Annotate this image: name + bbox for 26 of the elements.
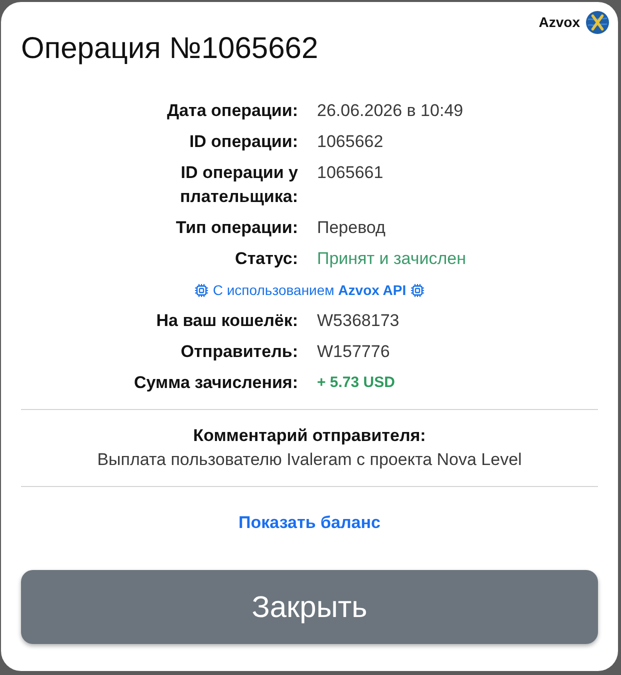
field-value: W5368173: [317, 310, 400, 332]
field-value: 1065661: [317, 162, 384, 184]
amount-value: + 5.73 USD: [317, 373, 395, 393]
field-label: Дата операции:: [166, 100, 298, 122]
x-emblem-icon: [586, 11, 609, 34]
field-label: Тип операции:: [176, 217, 298, 239]
field-value: 1065662: [317, 131, 384, 153]
field-label: Отправитель:: [180, 341, 298, 363]
chip-icon: [411, 284, 424, 296]
field-label: ID операции:: [189, 131, 298, 153]
field-value: 26.06.2026 в 10:49: [317, 100, 464, 122]
field-label: ID операции у плательщика:: [179, 162, 298, 208]
api-note: С использованием Azvox API: [212, 281, 406, 300]
chip-icon: [194, 284, 208, 296]
field-value: W157776: [317, 341, 390, 363]
comment-heading: Комментарий отправителя:: [193, 425, 426, 447]
field-label: На ваш кошелёк:: [156, 310, 298, 332]
brand-name: Azvox: [538, 13, 580, 32]
comment-text: Выплата пользователю Ivaleram с проекта Nova Level: [97, 449, 522, 471]
dialog-title: Операция №1065662: [21, 31, 318, 67]
status-value: Принят и зачислен: [317, 248, 466, 270]
show-balance-link[interactable]: Показать баланс: [238, 511, 380, 535]
field-value: Перевод: [317, 217, 386, 239]
field-label: Сумма зачисления:: [134, 372, 298, 394]
close-button[interactable]: Закрыть: [21, 570, 598, 644]
field-label: Статус:: [235, 248, 298, 270]
